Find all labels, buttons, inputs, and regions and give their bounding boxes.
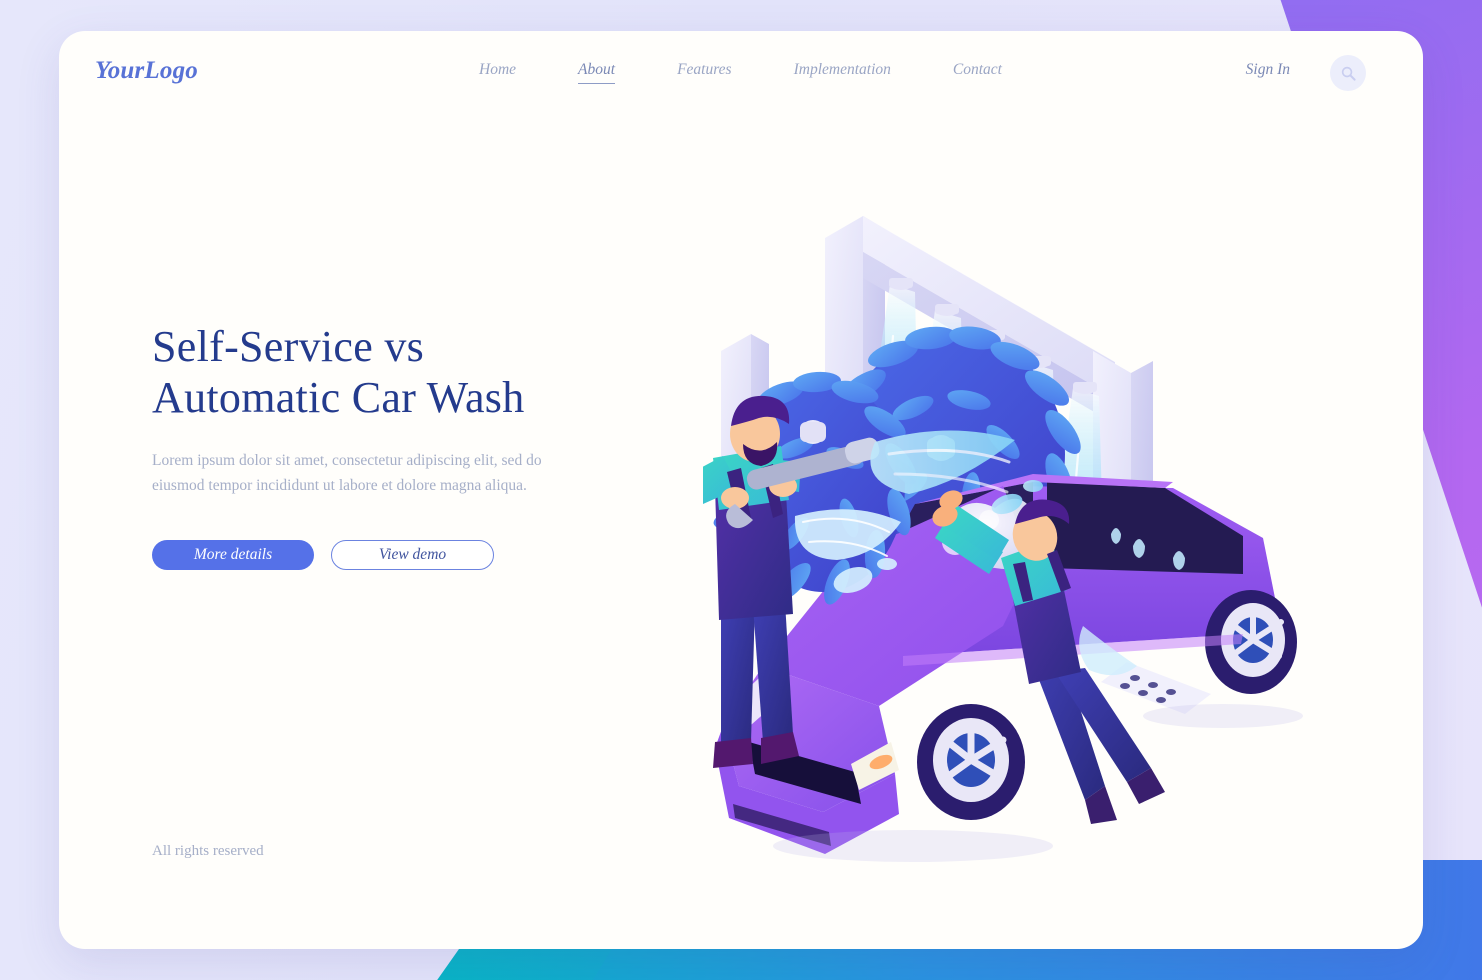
search-icon — [1341, 66, 1356, 81]
view-demo-button[interactable]: View demo — [331, 540, 494, 571]
nav-links: Home About Features Implementation Conta… — [479, 61, 1064, 84]
nav-item-implementation[interactable]: Implementation — [794, 61, 891, 83]
nav-item-home[interactable]: Home — [479, 61, 516, 83]
page-title: Self-Service vs Automatic Car Wash — [152, 321, 712, 424]
search-button[interactable] — [1330, 55, 1366, 91]
hero-section: Self-Service vs Automatic Car Wash Lorem… — [152, 321, 712, 571]
brand-logo[interactable]: YourLogo — [95, 57, 198, 85]
car-wash-illustration — [703, 186, 1423, 886]
nav-item-contact[interactable]: Contact — [953, 61, 1002, 83]
more-details-button[interactable]: More details — [152, 540, 314, 571]
top-navigation-bar: YourLogo Home About Features Implementat… — [59, 31, 1423, 113]
landing-page-card: YourLogo Home About Features Implementat… — [59, 31, 1423, 949]
page-title-line-1: Self-Service vs — [152, 322, 425, 371]
hero-paragraph: Lorem ipsum dolor sit amet, consectetur … — [152, 451, 542, 495]
all-rights-reserved-text: All rights reserved — [152, 843, 264, 859]
page-title-line-2: Automatic Car Wash — [152, 373, 525, 423]
sign-in-link[interactable]: Sign In — [1246, 61, 1290, 79]
nav-item-about[interactable]: About — [578, 61, 616, 84]
nav-item-features[interactable]: Features — [677, 61, 732, 83]
hero-button-row: More details View demo — [152, 540, 712, 571]
